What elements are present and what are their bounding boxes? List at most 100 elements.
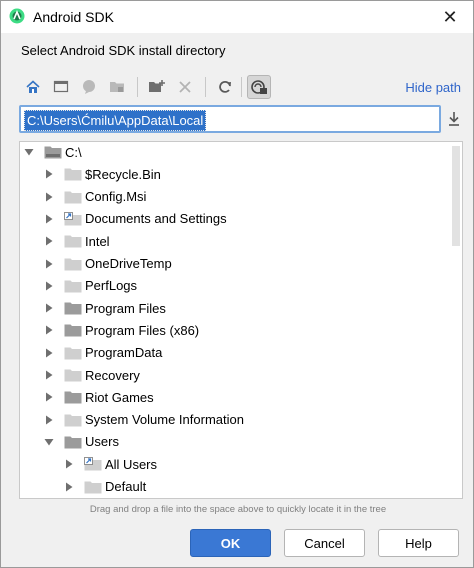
download-button[interactable] <box>443 107 465 131</box>
tree-item[interactable]: C:\ <box>20 142 450 163</box>
download-icon <box>449 112 459 126</box>
dialog-buttons: OK Cancel Help <box>1 529 473 559</box>
cancel-button[interactable]: Cancel <box>284 529 365 557</box>
ok-button[interactable]: OK <box>190 529 271 557</box>
delete-button[interactable] <box>173 75 197 99</box>
tree-item[interactable]: ProgramData <box>20 342 450 364</box>
folder-icon <box>64 167 82 181</box>
close-button[interactable]: ✕ <box>427 1 473 33</box>
desktop-button[interactable] <box>49 75 73 99</box>
folder-icon <box>64 323 82 337</box>
expand-down-icon[interactable] <box>44 437 54 447</box>
tree-item-label: Program Files (x86) <box>85 322 200 338</box>
refresh-button[interactable] <box>213 75 237 99</box>
expand-right-icon[interactable] <box>44 392 54 402</box>
expand-right-icon[interactable] <box>44 192 54 202</box>
folder-icon <box>64 301 82 315</box>
expand-right-icon[interactable] <box>44 169 54 179</box>
path-input[interactable]: C:\Users\Ćmilu\AppData\Local <box>19 105 441 133</box>
tree-item-label: Documents and Settings <box>85 211 227 227</box>
tree-item[interactable]: Program Files (x86) <box>20 319 450 341</box>
tree-item-label: PerfLogs <box>85 278 138 294</box>
tree-item[interactable]: PerfLogs <box>20 275 450 297</box>
folder-icon <box>84 457 102 471</box>
tree-item[interactable]: All Users <box>20 453 450 475</box>
tree-item-label: OneDriveTemp <box>85 256 172 271</box>
dialog-subtitle: Select Android SDK install directory <box>21 43 226 58</box>
tree-item-label: Default <box>105 479 147 494</box>
expand-right-icon[interactable] <box>44 281 54 291</box>
tree-item[interactable]: Recovery <box>20 364 450 386</box>
tree-item-label: Config.Msi <box>85 189 147 205</box>
toolbar: Hide path <box>19 73 465 101</box>
module-folder-icon <box>110 82 124 92</box>
show-hidden-button[interactable] <box>247 75 271 99</box>
title-bar: Android SDK ✕ <box>1 1 473 33</box>
tree-scrollbar[interactable] <box>452 146 460 246</box>
home-button[interactable] <box>21 75 45 99</box>
tree-item-label: ProgramData <box>85 345 163 361</box>
expand-right-icon[interactable] <box>44 370 54 380</box>
tree-item-label: $Recycle.Bin <box>85 166 161 182</box>
folder-icon <box>64 346 82 360</box>
new-folder-icon <box>149 80 165 92</box>
help-button[interactable]: Help <box>378 529 459 557</box>
folder-icon <box>64 234 82 248</box>
expand-right-icon[interactable] <box>44 303 54 313</box>
folder-icon <box>64 390 82 404</box>
folder-icon <box>84 480 102 494</box>
expand-right-icon[interactable] <box>44 259 54 269</box>
expand-right-icon[interactable] <box>64 459 74 469</box>
folder-icon <box>64 211 82 226</box>
expand-right-icon[interactable] <box>44 415 54 425</box>
tree-item-label: All Users <box>105 456 158 472</box>
close-icon: ✕ <box>442 6 458 27</box>
module-folder-button[interactable] <box>105 75 129 99</box>
project-icon <box>83 80 95 94</box>
desktop-icon <box>53 80 69 93</box>
tree-item[interactable]: Documents and Settings <box>20 208 450 230</box>
hide-path-link[interactable]: Hide path <box>405 80 461 95</box>
path-row: C:\Users\Ćmilu\AppData\Local <box>19 105 465 133</box>
expand-right-icon[interactable] <box>64 482 74 492</box>
tree-item[interactable]: Program Files <box>20 297 450 319</box>
project-button[interactable] <box>77 75 101 99</box>
tree-item-label: Program Files <box>85 300 166 316</box>
tree-item[interactable]: Config.Msi <box>20 186 450 208</box>
toolbar-separator <box>241 77 242 97</box>
show-hidden-icon <box>251 80 267 94</box>
folder-icon <box>64 435 82 449</box>
path-input-value: C:\Users\Ćmilu\AppData\Local <box>24 110 207 131</box>
tree-item[interactable]: Users <box>20 431 450 453</box>
tree-item-label: Users <box>85 434 119 450</box>
toolbar-separator <box>205 77 206 97</box>
window-title: Android SDK <box>33 9 114 25</box>
tree-item-label: C:\ <box>65 144 82 160</box>
expand-down-icon[interactable] <box>24 147 34 157</box>
tree-item[interactable]: OneDriveTemp <box>20 253 450 275</box>
folder-icon <box>64 368 82 382</box>
expand-right-icon[interactable] <box>44 236 54 246</box>
tree-item[interactable]: Intel <box>20 230 450 252</box>
toolbar-separator <box>137 77 138 97</box>
folder-icon <box>64 190 82 204</box>
folder-icon <box>64 257 82 271</box>
expand-right-icon[interactable] <box>44 325 54 335</box>
expand-right-icon[interactable] <box>44 348 54 358</box>
tree-item[interactable]: Riot Games <box>20 386 450 408</box>
tree-item-label: Recovery <box>85 367 140 383</box>
expand-right-icon[interactable] <box>44 214 54 224</box>
tree-item-label: Intel <box>85 233 110 249</box>
directory-tree[interactable]: C:\ $Recycle.Bin Config.Msi Documents and S… <box>19 141 463 499</box>
android-studio-icon <box>9 8 25 24</box>
drag-drop-hint: Drag and drop a file into the space abov… <box>89 504 387 515</box>
tree-item[interactable]: $Recycle.Bin <box>20 163 450 185</box>
new-folder-button[interactable] <box>145 75 169 99</box>
drive-icon <box>44 145 62 159</box>
refresh-icon <box>219 81 231 93</box>
tree-item[interactable]: System Volume Information <box>20 409 450 431</box>
folder-icon <box>64 413 82 427</box>
tree-item[interactable]: Default <box>20 476 450 498</box>
delete-icon <box>179 81 191 93</box>
android-sdk-dialog: Android SDK ✕ Select Android SDK install… <box>0 0 474 568</box>
